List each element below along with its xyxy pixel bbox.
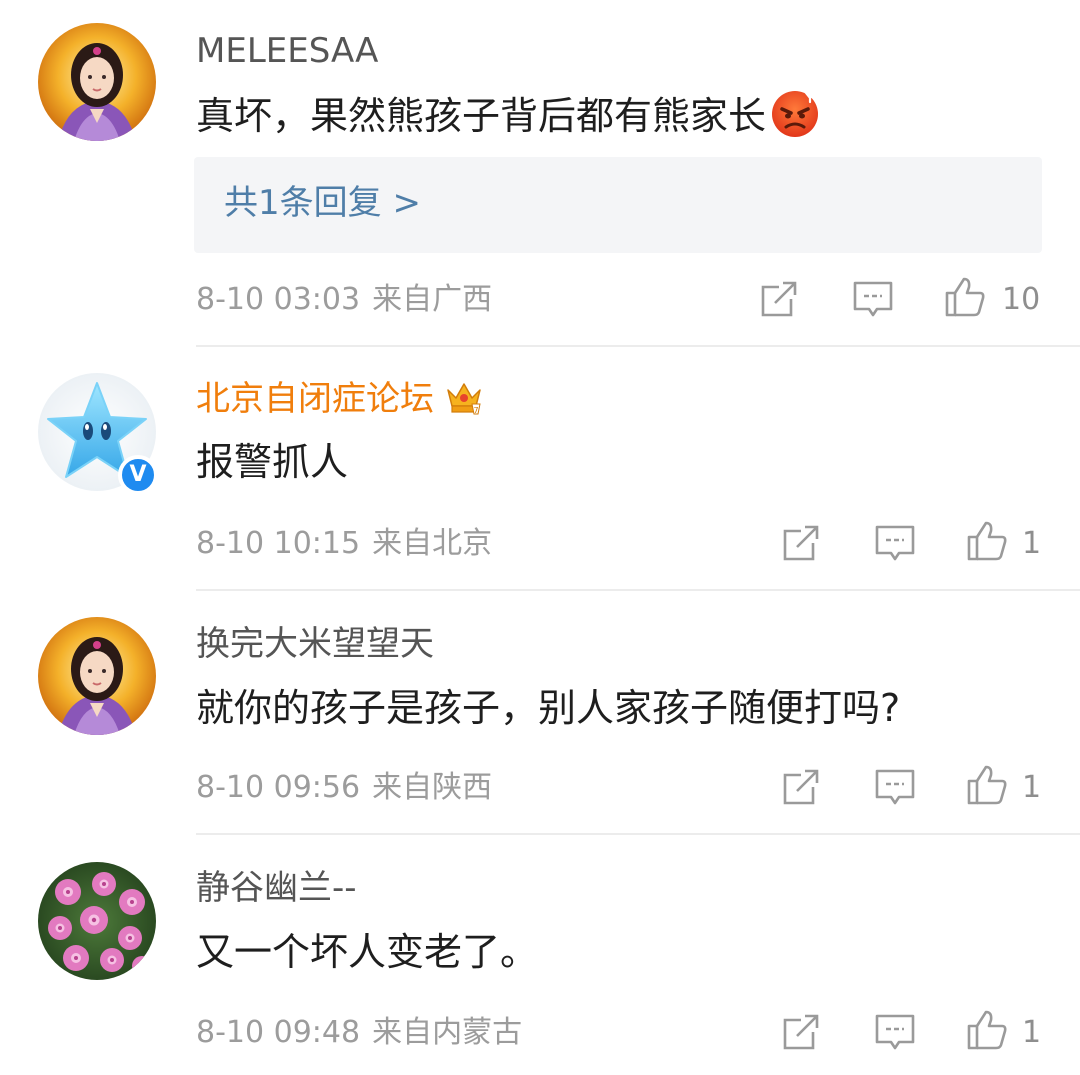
comment-icon[interactable] xyxy=(873,765,917,809)
avatar-portrait-icon xyxy=(38,23,156,141)
like-count: 1 xyxy=(1022,770,1042,805)
comment-text: 又一个坏人变老了。 xyxy=(196,930,539,974)
comment-divider xyxy=(196,589,1080,591)
pink-flowers-avatar-icon xyxy=(38,862,156,980)
comment-location: 来自北京 xyxy=(372,526,493,561)
comment-date: 8-10 10:15 xyxy=(196,526,361,561)
comment-icon[interactable] xyxy=(873,1010,917,1054)
like-icon[interactable] xyxy=(965,1008,1009,1052)
user-avatar[interactable] xyxy=(38,862,156,980)
comment-date: 8-10 03:03 xyxy=(196,282,361,317)
share-icon[interactable] xyxy=(779,1010,823,1054)
svg-text:7: 7 xyxy=(473,406,478,415)
comment-location: 来自陕西 xyxy=(372,770,493,805)
comment-location: 来自内蒙古 xyxy=(372,1015,523,1050)
crown-icon: 7 xyxy=(444,378,484,425)
comment-username-text: 北京自闭症论坛 xyxy=(196,379,434,419)
comment-location: 来自广西 xyxy=(372,282,493,317)
view-replies-link[interactable]: 共1条回复 > xyxy=(224,181,421,225)
comment-username[interactable]: MELEESAA xyxy=(196,31,378,71)
comment-text: 就你的孩子是孩子，别人家孩子随便打吗? xyxy=(196,686,901,730)
comment-divider xyxy=(196,345,1080,347)
avatar-portrait-icon xyxy=(38,617,156,735)
comment-meta: 8-10 03:03 来自广西 xyxy=(196,280,492,320)
angry-face-icon xyxy=(770,89,820,151)
like-count: 1 xyxy=(1022,1015,1042,1050)
comment-text-body: 真坏，果然熊孩子背后都有熊家长 xyxy=(196,94,767,138)
like-icon[interactable] xyxy=(943,275,987,319)
comment-text: 真坏，果然熊孩子背后都有熊家长 xyxy=(196,89,820,151)
like-count: 10 xyxy=(1002,282,1041,317)
share-icon[interactable] xyxy=(757,277,801,321)
share-icon[interactable] xyxy=(779,765,823,809)
comment-date: 8-10 09:48 xyxy=(196,1015,361,1050)
comment-date: 8-10 09:56 xyxy=(196,770,361,805)
comment-username[interactable]: 北京自闭症论坛 7 xyxy=(196,378,484,425)
verified-badge-icon: V xyxy=(118,455,158,495)
comment-meta: 8-10 09:56 来自陕西 xyxy=(196,768,492,808)
comment-icon[interactable] xyxy=(873,521,917,565)
user-avatar[interactable] xyxy=(38,617,156,735)
comment-meta: 8-10 10:15 来自北京 xyxy=(196,524,492,564)
comment-icon[interactable] xyxy=(851,277,895,321)
reply-box[interactable]: 共1条回复 > xyxy=(194,157,1042,253)
comment-meta: 8-10 09:48 来自内蒙古 xyxy=(196,1013,522,1053)
comment-username[interactable]: 静谷幽兰-- xyxy=(196,868,357,908)
comment-text: 报警抓人 xyxy=(196,440,349,484)
comment-username[interactable]: 换完大米望望天 xyxy=(196,624,434,664)
user-avatar[interactable] xyxy=(38,23,156,141)
like-count: 1 xyxy=(1022,526,1042,561)
comment-divider xyxy=(196,833,1080,835)
like-icon[interactable] xyxy=(965,519,1009,563)
share-icon[interactable] xyxy=(779,521,823,565)
like-icon[interactable] xyxy=(965,763,1009,807)
